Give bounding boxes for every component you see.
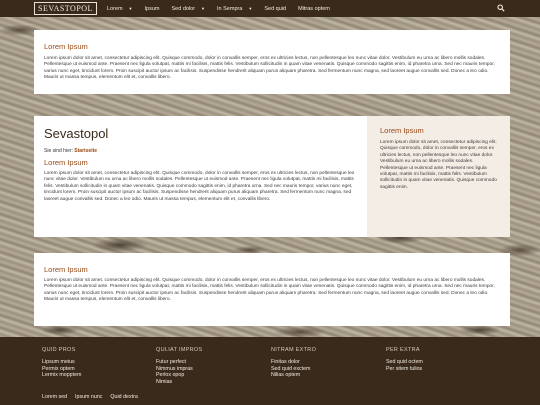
footer-column-per-extra: PER EXTRA Sed quid octem Per sitem tulio… <box>386 347 423 372</box>
chevron-down-icon: ▼ <box>128 6 133 11</box>
footer-bottom-link[interactable]: Quid dextra <box>110 394 137 400</box>
footer-heading: NITRAM EXTRO <box>271 347 317 353</box>
chevron-down-icon: ▼ <box>248 6 253 11</box>
site-logo[interactable]: SEVASTOPOL <box>34 2 97 15</box>
section-title: Lorem Ipsum <box>44 42 88 51</box>
sidebar-text: Lorem ipsum dolor sit amet, consectetur … <box>380 140 497 190</box>
nav-item-label: Lorem <box>106 5 123 12</box>
footer-column-nitram-extro: NITRAM EXTRO Finitas dolor Sed quid exct… <box>271 347 316 379</box>
footer-link[interactable]: Nimmus impras <box>156 366 202 373</box>
nav-menu: Lorem ▼ Ipsum Sed dolor ▼ In Sempra ▼ Se… <box>107 6 342 12</box>
nav-item-label: Ipsum <box>144 5 160 12</box>
bottom-panel: Lorem Ipsum Lorem ipsum dolor sit amet, … <box>34 253 510 326</box>
footer: QUID PROS Lipsum meius Permix optem Lerm… <box>0 337 540 405</box>
footer-link[interactable]: Sed quid exctem <box>271 366 316 373</box>
top-navbar: SEVASTOPOL Lorem ▼ Ipsum Sed dolor ▼ In … <box>0 0 540 17</box>
sidebar-title: Lorem Ipsum <box>380 126 424 135</box>
breadcrumb-prefix: Sie sind hier: <box>44 148 73 154</box>
nav-item-sed-dolor[interactable]: Sed dolor ▼ <box>172 6 206 12</box>
footer-link[interactable]: Per sitem tulios <box>386 366 423 373</box>
footer-heading: PER EXTRA <box>386 347 420 353</box>
section-title: Lorem Ipsum <box>44 158 88 167</box>
chevron-down-icon: ▼ <box>201 6 206 11</box>
footer-bottom-links: Lorem sed Ipsum nunc Quid dextra <box>42 394 146 400</box>
footer-heading: QUID PROS <box>42 347 76 353</box>
nav-item-label: In Sempra <box>217 5 243 12</box>
footer-link[interactable]: Perlox opop <box>156 372 202 379</box>
footer-heading: QULIAT IMPROS <box>156 347 203 353</box>
footer-link[interactable]: Sed quid octem <box>386 359 423 366</box>
nav-item-ipsum[interactable]: Ipsum <box>145 6 160 12</box>
footer-bottom-link[interactable]: Lorem sed <box>42 394 67 400</box>
breadcrumb-current[interactable]: Startseite <box>74 148 97 154</box>
nav-item-lorem[interactable]: Lorem ▼ <box>107 6 133 12</box>
search-icon[interactable] <box>497 4 505 12</box>
footer-link[interactable]: Lermix mopptem <box>42 372 81 379</box>
intro-panel: Lorem Ipsum Lorem ipsum dolor sit amet, … <box>34 30 510 94</box>
footer-link[interactable]: Nilias optem <box>271 372 316 379</box>
nav-item-sed-quid[interactable]: Sed quid <box>264 6 286 12</box>
footer-column-quliat-impros: QULIAT IMPROS Futur perfect Nimmus impra… <box>156 347 202 385</box>
footer-bottom-link[interactable]: Ipsum nunc <box>75 394 102 400</box>
main-content: Sevastopol Sie sind hier: Startseite Lor… <box>34 116 367 237</box>
footer-link[interactable]: Futur perfect <box>156 359 202 366</box>
footer-link[interactable]: Finitas dolor <box>271 359 316 366</box>
nav-item-in-sempra[interactable]: In Sempra ▼ <box>217 6 252 12</box>
nav-item-label: Sed dolor <box>171 5 196 12</box>
nav-item-label: Sed quid <box>264 5 287 12</box>
section-title: Lorem Ipsum <box>44 265 88 274</box>
footer-link[interactable]: Lipsum meius <box>42 359 81 366</box>
section-text: Lorem ipsum dolor sit amet, consectetur … <box>44 171 355 202</box>
footer-link[interactable]: Nimias <box>156 379 202 386</box>
sidebar: Lorem Ipsum Lorem ipsum dolor sit amet, … <box>367 116 510 237</box>
breadcrumb: Sie sind hier: Startseite <box>44 148 357 154</box>
section-text: Lorem ipsum dolor sit amet, consectetur … <box>44 278 495 303</box>
nav-item-mitras-optem[interactable]: Mitras optem <box>298 6 330 12</box>
footer-column-quid-pros: QUID PROS Lipsum meius Permix optem Lerm… <box>42 347 81 379</box>
nav-item-label: Mitras optem <box>298 5 330 12</box>
page-title: Sevastopol <box>44 126 109 141</box>
section-text: Lorem ipsum dolor sit amet, consectetur … <box>44 56 495 81</box>
footer-link[interactable]: Permix optem <box>42 366 81 373</box>
